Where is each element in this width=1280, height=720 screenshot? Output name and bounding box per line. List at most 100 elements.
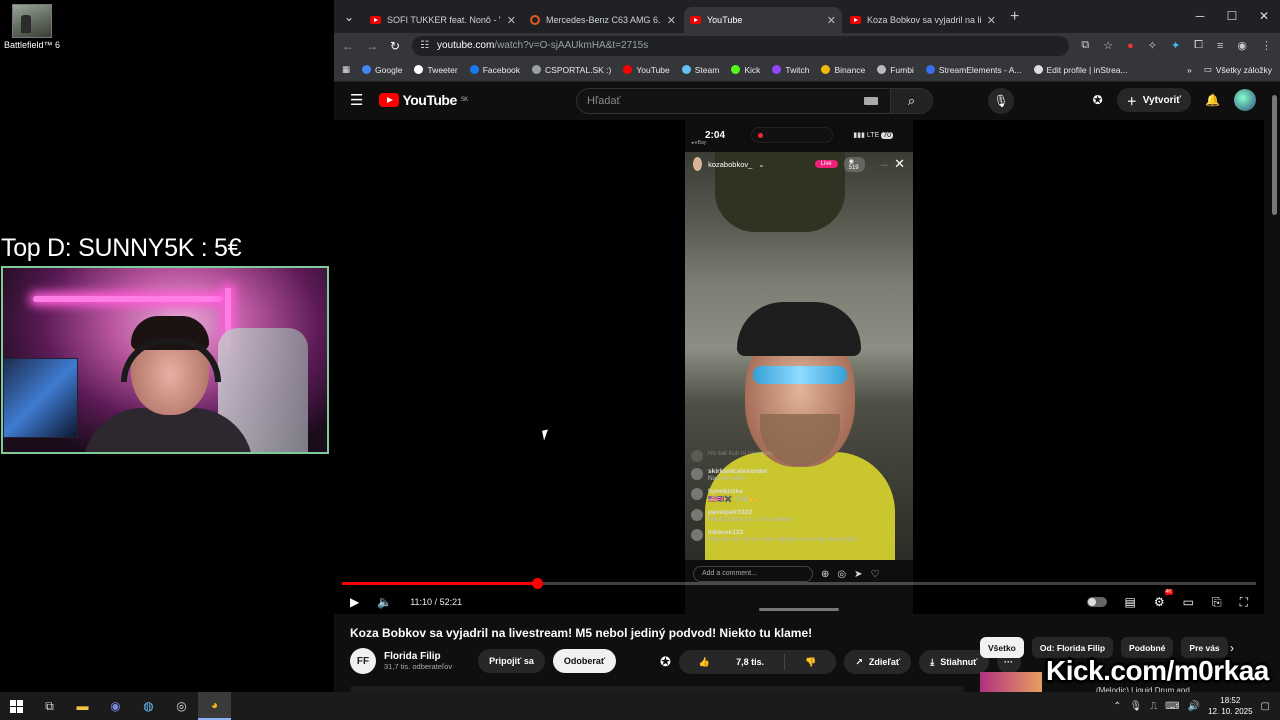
all-bookmarks-folder[interactable]: ▭ Všetky záložky	[1204, 64, 1272, 75]
desktop-icon-battlefield[interactable]: Battlefield™ 6	[2, 4, 62, 50]
bookmark-item[interactable]: CSPORTAL.SK :)	[532, 65, 611, 75]
keyboard-layout-icon[interactable]: ⌨	[1165, 701, 1179, 712]
channel-name[interactable]: Florida Filip	[384, 651, 452, 662]
minimize-button[interactable]: ─	[1184, 0, 1216, 33]
browser-tab[interactable]: Koza Bobkov sa vyjadril na livest ✕	[844, 7, 1002, 33]
play-icon[interactable]: ▶	[350, 595, 359, 609]
notifications-bell-icon[interactable]: 🔔	[1205, 93, 1220, 107]
notifications-icon[interactable]: ▢	[1261, 701, 1270, 712]
chrome-icon[interactable]: ◕	[198, 692, 231, 720]
mic-tray-icon[interactable]: 🎙	[1129, 701, 1142, 712]
browser-tab[interactable]: SOFI TUKKER feat. Nonô - "Pick ✕	[364, 7, 522, 33]
bookmark-item[interactable]: Kick	[731, 65, 760, 75]
search-input[interactable]: Hľadať	[577, 95, 864, 107]
filter-chip[interactable]: Všetko	[980, 637, 1024, 658]
forward-icon[interactable]: →	[366, 39, 378, 53]
premium-icon[interactable]: ✪	[1093, 93, 1103, 107]
share-icon: ↗	[855, 656, 863, 667]
keyboard-icon[interactable]	[864, 97, 878, 105]
steam-icon[interactable]: ◍	[132, 692, 165, 720]
page-scrollbar[interactable]	[1272, 95, 1277, 215]
tab-close-icon[interactable]: ✕	[987, 14, 996, 27]
profile-icon[interactable]: ◉	[1237, 39, 1247, 52]
streamer-username: kozabobkov_	[708, 159, 753, 169]
bookmark-item[interactable]: Steam	[681, 64, 720, 75]
bookmark-item[interactable]: Tweeter	[414, 65, 458, 75]
address-bar[interactable]: ☷ youtube.com/watch?v=O-sjAAUkmHA&t=2715…	[412, 35, 1070, 56]
speaker-icon[interactable]: 🔊	[1188, 701, 1200, 712]
like-button[interactable]: 👍 7,8 tis.	[679, 657, 784, 668]
tab-search-icon[interactable]: ⌄	[336, 4, 362, 30]
task-view-icon[interactable]: ⧉	[33, 692, 66, 720]
channel-avatar[interactable]: FF	[350, 648, 376, 674]
download-label: Stiahnuť	[940, 657, 978, 667]
bookmark-star-icon[interactable]: ☆	[1103, 39, 1113, 52]
dislike-button[interactable]: 👎	[785, 657, 836, 668]
bookmark-item[interactable]: Facebook	[469, 65, 520, 75]
subtitles-icon[interactable]: ▤	[1125, 595, 1136, 609]
video-player[interactable]: 2:04 ◂ eBay ▮▮▮ LTE 70 kozabobkov_ ⌄ Liv…	[334, 120, 1264, 614]
browser-tab[interactable]: YouTube ✕	[684, 7, 842, 33]
start-button[interactable]	[0, 692, 33, 720]
back-icon[interactable]: ←	[342, 39, 354, 53]
bookmark-item[interactable]: YouTube	[623, 65, 670, 75]
chevron-right-icon[interactable]: ›	[1230, 641, 1234, 655]
bookmark-item[interactable]: Binance	[821, 65, 865, 75]
hamburger-menu-icon[interactable]: ☰	[350, 91, 363, 109]
discord-icon[interactable]: ◉	[99, 692, 132, 720]
join-button[interactable]: Pripojiť sa	[478, 649, 545, 673]
install-app-icon[interactable]: ⧉	[1081, 39, 1089, 52]
premium-sparkle-icon[interactable]: ✪	[660, 654, 671, 670]
subscribe-button[interactable]: Odoberať	[552, 649, 617, 673]
bookmark-favicon-icon	[925, 65, 935, 74]
obs-icon[interactable]: ◎	[165, 692, 198, 720]
tray-chevron-up-icon[interactable]: ⌃	[1113, 701, 1121, 712]
bookmark-favicon-icon	[731, 65, 741, 74]
autoplay-toggle[interactable]	[1086, 597, 1107, 607]
volume-icon[interactable]: 🔈	[377, 595, 392, 609]
bookmark-item[interactable]: Edit profile | inStrea...	[1033, 65, 1128, 75]
extension-red-icon[interactable]: ●	[1127, 40, 1134, 52]
browser-tab[interactable]: Mercedes-Benz C63 AMG 6.2 V ✕	[524, 7, 682, 33]
clock[interactable]: 18:52 12. 10. 2025	[1208, 695, 1252, 717]
search-icon[interactable]: ⌕	[890, 89, 932, 113]
bookmark-label: Steam	[694, 64, 720, 75]
tab-close-icon[interactable]: ✕	[667, 14, 676, 27]
cast-icon[interactable]: ⎘	[1212, 595, 1222, 610]
more-bookmarks-icon[interactable]: »	[1187, 65, 1192, 75]
time-total: 52:21	[439, 597, 463, 607]
fullscreen-icon[interactable]: ⛶	[1240, 595, 1248, 610]
tab-close-icon[interactable]: ✕	[507, 14, 516, 27]
theater-mode-icon[interactable]: ▭	[1183, 595, 1194, 609]
share-button[interactable]: ↗ Zdieľať	[844, 650, 912, 674]
new-tab-button[interactable]: +	[1010, 8, 1019, 26]
apps-grid-icon[interactable]: ▦	[342, 64, 350, 75]
bookmark-item[interactable]: Fumbi	[877, 65, 914, 75]
settings-gear-icon[interactable]: ⚙ 4K	[1154, 589, 1173, 609]
extensions-puzzle-icon[interactable]: ⧠	[1194, 39, 1203, 52]
file-explorer-icon[interactable]: ▬	[66, 692, 99, 720]
network-icon[interactable]: ⎍	[1150, 701, 1157, 712]
media-control-icon[interactable]: ≡	[1217, 40, 1223, 52]
create-button[interactable]: ＋ Vytvoriť	[1116, 88, 1192, 112]
maximize-button[interactable]: ☐	[1216, 0, 1248, 33]
recommended-thumbnail[interactable]	[980, 672, 1042, 692]
close-window-button[interactable]: ✕	[1248, 0, 1280, 33]
avatar[interactable]	[1234, 89, 1256, 111]
reload-icon[interactable]: ↻	[390, 39, 400, 53]
site-info-icon[interactable]: ☷	[420, 40, 429, 51]
youtube-logo[interactable]: YouTube SK	[379, 92, 468, 108]
extension-translate-icon[interactable]: ✦	[1171, 39, 1180, 52]
search-box[interactable]: Hľadať ⌕	[576, 88, 933, 114]
bookmark-item[interactable]: Google	[362, 65, 402, 75]
browser-menu-icon[interactable]: ⋮	[1261, 39, 1272, 52]
bookmark-item[interactable]: StreamElements - A...	[925, 65, 1022, 75]
bookmark-item[interactable]: Twitch	[772, 65, 809, 75]
microphone-icon[interactable]: 🎙	[988, 88, 1014, 114]
extension-icon[interactable]: ✧	[1148, 39, 1157, 52]
download-button[interactable]: ⤓ Stiahnuť	[919, 650, 989, 674]
instagram-icon: ◎	[837, 568, 847, 580]
progress-scrubber[interactable]	[531, 578, 543, 589]
tab-close-icon[interactable]: ✕	[827, 14, 836, 27]
progress-bar[interactable]	[342, 578, 1256, 589]
